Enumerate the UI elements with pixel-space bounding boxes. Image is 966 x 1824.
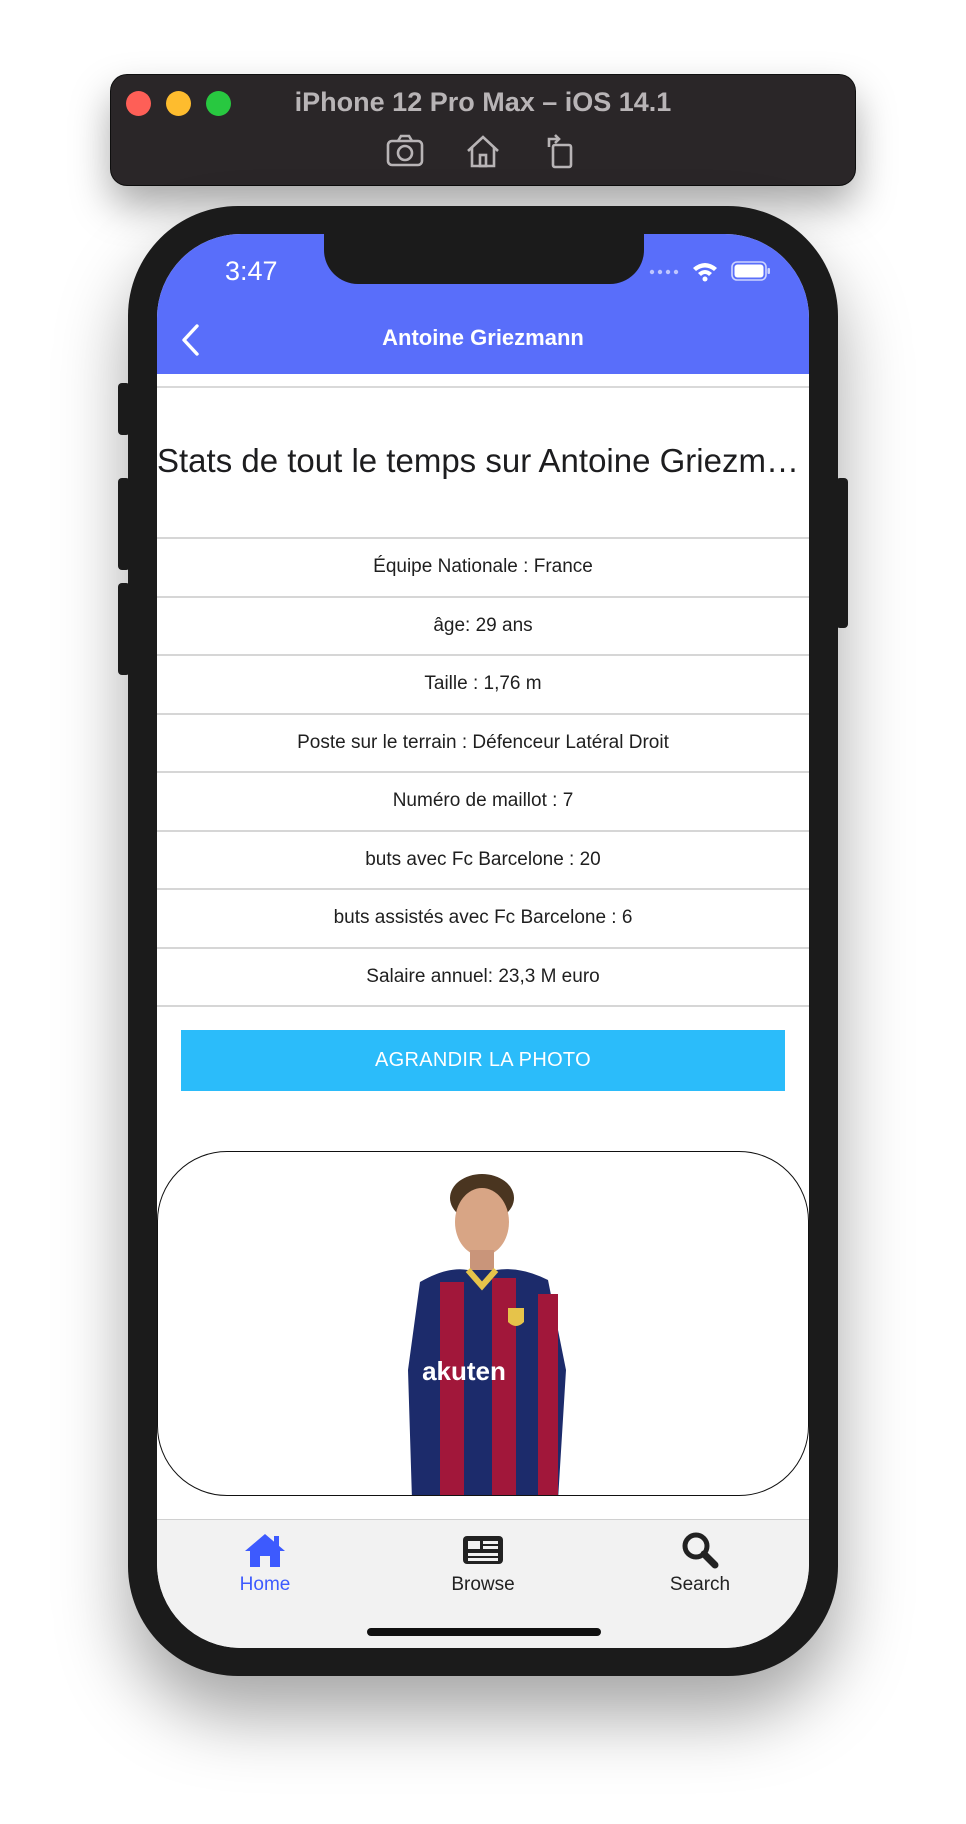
enlarge-photo-button[interactable]: AGRANDIR LA PHOTO bbox=[181, 1030, 785, 1091]
stat-row-jersey-number: Numéro de maillot : 7 bbox=[157, 773, 809, 832]
player-photo: akuten bbox=[408, 1174, 566, 1495]
simulator-window-titlebar: iPhone 12 Pro Max – iOS 14.1 bbox=[111, 75, 855, 185]
player-photo-card: akuten bbox=[157, 1151, 809, 1496]
tab-home[interactable]: Home bbox=[195, 1528, 335, 1596]
home-indicator[interactable] bbox=[367, 1628, 601, 1636]
stat-row-height: Taille : 1,76 m bbox=[157, 656, 809, 715]
home-button[interactable] bbox=[461, 129, 505, 173]
simulator-toolbar bbox=[111, 129, 855, 173]
svg-text:akuten: akuten bbox=[422, 1356, 506, 1386]
tab-browse-label: Browse bbox=[451, 1574, 515, 1595]
tab-search-label: Search bbox=[669, 1574, 731, 1595]
screenshot-button[interactable] bbox=[383, 129, 427, 173]
nav-title: Antoine Griezmann bbox=[382, 325, 584, 350]
stat-row-salary: Salaire annuel: 23,3 M euro bbox=[157, 949, 809, 1007]
wifi-icon bbox=[693, 263, 717, 282]
search-icon bbox=[682, 1532, 719, 1569]
stat-row-national-team: Équipe Nationale : France bbox=[157, 539, 809, 598]
stat-row-assists: buts assistés avec Fc Barcelone : 6 bbox=[157, 890, 809, 949]
tab-browse[interactable]: Browse bbox=[413, 1528, 553, 1596]
volume-down-button bbox=[118, 583, 130, 675]
status-time: 3:47 bbox=[225, 256, 278, 286]
house-icon bbox=[245, 1534, 285, 1567]
camera-icon bbox=[386, 134, 424, 167]
status-icons bbox=[649, 260, 771, 282]
page-heading: Stats de tout le temps sur Antoine Griez… bbox=[157, 442, 809, 479]
simulator-title: iPhone 12 Pro Max – iOS 14.1 bbox=[294, 87, 672, 117]
stats-list: Équipe Nationale : France âge: 29 ans Ta… bbox=[157, 537, 809, 1007]
tab-search[interactable]: Search bbox=[630, 1528, 770, 1596]
notch bbox=[324, 234, 644, 284]
volume-up-button bbox=[118, 478, 130, 570]
rotate-icon bbox=[547, 134, 573, 169]
device-screen: 3:47 Antoine Griezmann Stats de tout le … bbox=[157, 234, 809, 1648]
divider bbox=[157, 386, 809, 388]
mute-switch bbox=[118, 383, 130, 435]
stat-row-goals: buts avec Fc Barcelone : 20 bbox=[157, 832, 809, 890]
power-button bbox=[836, 478, 848, 628]
newspaper-icon bbox=[463, 1536, 503, 1564]
rotate-button[interactable] bbox=[539, 129, 583, 173]
home-icon bbox=[467, 135, 499, 168]
signal-icon bbox=[649, 269, 679, 275]
stat-row-position: Poste sur le terrain : Défenceur Latéral… bbox=[157, 715, 809, 773]
stat-row-age: âge: 29 ans bbox=[157, 598, 809, 656]
battery-icon bbox=[731, 261, 770, 281]
tab-home-label: Home bbox=[239, 1574, 291, 1595]
